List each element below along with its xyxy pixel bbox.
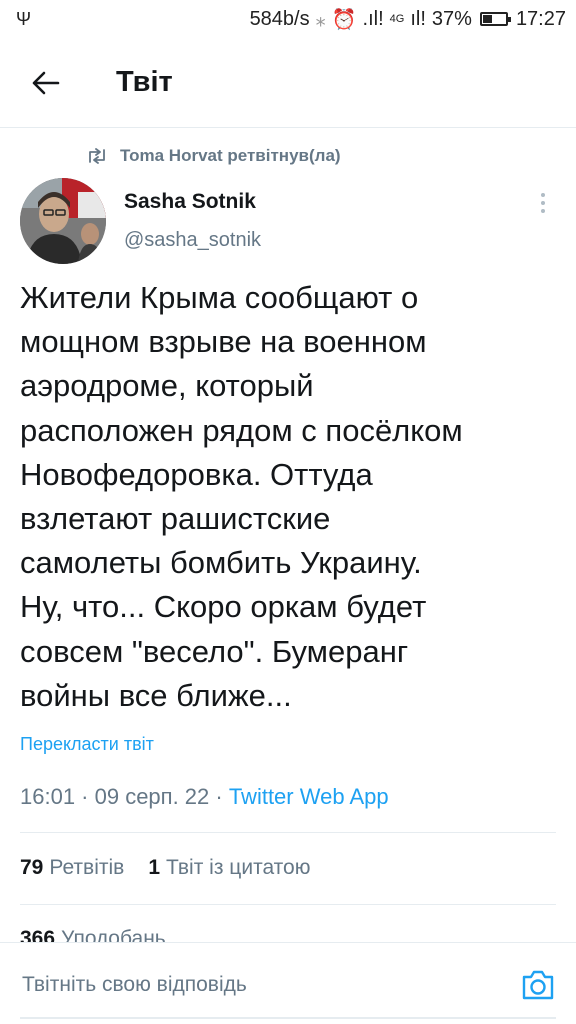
- tweet-source-link[interactable]: Twitter Web App: [229, 784, 389, 809]
- retweeted-by-label: Toma Horvat ретвітнув(ла): [120, 146, 341, 165]
- signal-icon-2: ıl!: [410, 7, 426, 30]
- translate-tweet-link[interactable]: Перекласти твіт: [20, 734, 154, 755]
- retweets-count: 79: [20, 856, 44, 879]
- retweets-stat[interactable]: 79 Ретвітів: [20, 856, 124, 880]
- reply-bar: Твітніть свою відповідь: [0, 942, 576, 1024]
- quotes-label: Твіт із цитатою: [166, 856, 311, 879]
- camera-icon: [522, 970, 554, 1000]
- page-title: Твіт: [116, 66, 173, 98]
- alarm-icon: ⏰: [331, 8, 357, 31]
- battery-icon: [479, 12, 511, 26]
- divider: [20, 904, 556, 905]
- tweet-meta: 16:01 · 09 серп. 22 · Twitter Web App: [20, 784, 389, 810]
- battery-percent: 37%: [431, 7, 472, 30]
- dot: [541, 193, 545, 197]
- author-handle[interactable]: @sasha_sotnik: [124, 229, 261, 252]
- avatar-photo: [20, 178, 106, 264]
- likes-count: 366: [20, 927, 56, 942]
- status-icons: 584b/s ⁎ ⏰ .ıl! 4G ıl! 37% 17:27: [250, 7, 566, 32]
- network-speed: 584b/s: [249, 7, 310, 30]
- network-type: 4G: [389, 13, 405, 25]
- more-options-icon[interactable]: [528, 188, 558, 218]
- dot: [541, 209, 545, 213]
- likes-stat[interactable]: 366 Уподобань: [20, 926, 166, 942]
- divider: [20, 832, 556, 833]
- tweet-stats: 79 Ретвітів 1 Твіт із цитатою: [20, 856, 310, 880]
- likes-label: Уподобань: [61, 927, 166, 942]
- usb-icon: Ψ: [16, 8, 32, 29]
- clock: 17:27: [515, 7, 566, 30]
- app-header: Твіт: [0, 38, 576, 128]
- author-name[interactable]: Sasha Sotnik: [124, 190, 256, 214]
- reply-underline: [20, 1017, 556, 1019]
- status-bar: Ψ 584b/s ⁎ ⏰ .ıl! 4G ıl! 37% 17:27: [0, 0, 576, 38]
- quotes-count: 1: [148, 856, 160, 879]
- retweets-label: Ретвітів: [49, 856, 125, 879]
- avatar[interactable]: [20, 178, 106, 264]
- camera-button[interactable]: [520, 967, 556, 1003]
- reply-input[interactable]: Твітніть свою відповідь: [22, 973, 247, 997]
- signal-icon: .ıl!: [362, 7, 384, 30]
- retweet-icon: [89, 148, 105, 164]
- tweet-text: Жители Крыма сообщают о мощном взрыве на…: [20, 280, 463, 713]
- tweet-timestamp: 16:01 · 09 серп. 22 ·: [20, 784, 229, 809]
- retweet-context[interactable]: Toma Horvat ретвітнув(ла): [86, 146, 341, 166]
- dot: [541, 201, 545, 205]
- back-button[interactable]: [0, 38, 92, 128]
- bluetooth-icon: ⁎: [315, 8, 326, 31]
- arrow-left-icon: [32, 71, 60, 94]
- quotes-stat[interactable]: 1 Твіт із цитатою: [148, 856, 310, 880]
